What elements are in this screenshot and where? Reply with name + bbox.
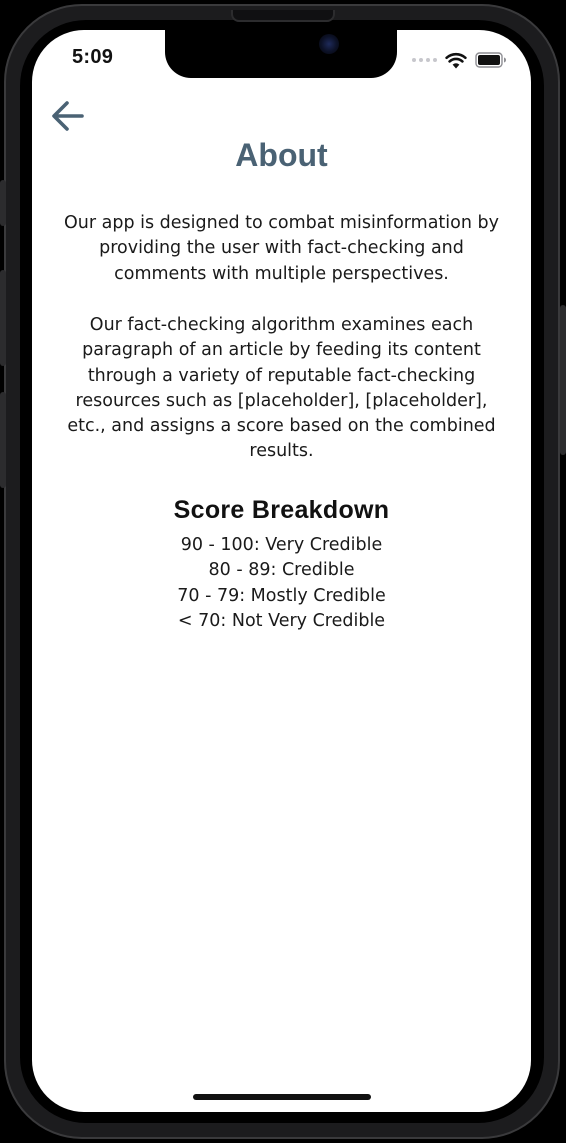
score-item-not-very-credible: < 70: Not Very Credible [177, 610, 386, 631]
cellular-signal-icon [412, 58, 437, 62]
status-time: 5:09 [72, 46, 114, 68]
score-item-very-credible: 90 - 100: Very Credible [180, 535, 383, 555]
side-button-left-2 [0, 270, 6, 366]
home-indicator[interactable] [193, 1094, 371, 1100]
about-paragraph-algorithm: Our fact-checking algorithm examines eac… [67, 315, 496, 462]
score-breakdown-list: 90 - 100: Very Credible 80 - 89: Credibl… [32, 533, 531, 634]
side-button-left-3 [0, 392, 6, 488]
score-item-mostly-credible: 70 - 79: Mostly Credible [177, 585, 386, 606]
score-breakdown-heading: Score Breakdown [173, 496, 390, 524]
page-title: About [235, 137, 328, 173]
side-button-right [560, 305, 566, 455]
back-button[interactable] [48, 96, 88, 136]
battery-icon [475, 52, 506, 68]
about-paragraph-intro: Our app is designed to combat misinforma… [64, 213, 499, 284]
front-camera-icon [319, 34, 339, 54]
notch [165, 30, 397, 78]
speaker-slot [231, 10, 335, 22]
app-screen: 5:09 About Our app is designed to combat… [32, 30, 531, 1112]
wifi-icon [445, 52, 467, 68]
status-icons [412, 50, 507, 70]
side-button-left-1 [0, 180, 6, 226]
arrow-left-icon [52, 101, 84, 131]
score-item-credible: 80 - 89: Credible [208, 560, 355, 581]
